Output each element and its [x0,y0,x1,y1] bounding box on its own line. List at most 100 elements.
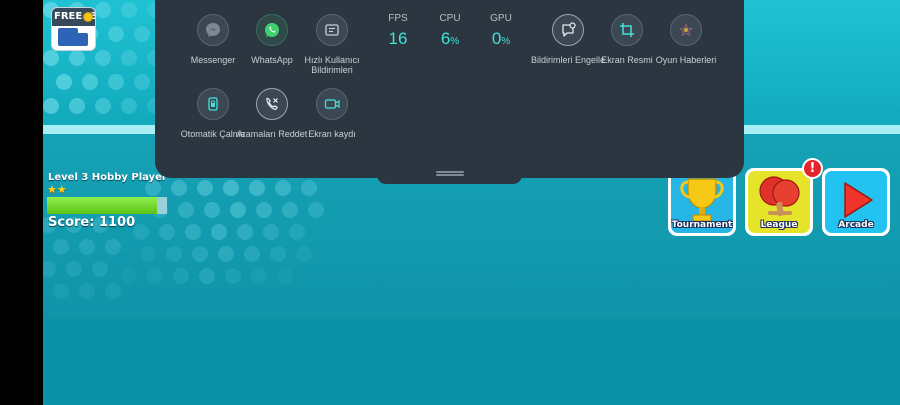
panel-drag-handle[interactable] [436,171,464,173]
game-news-shortcut[interactable]: Oyun Haberleri [641,14,731,65]
background-dot [82,74,98,90]
gpu-value: 0 [491,29,502,48]
arcade-button[interactable]: Arcade [822,168,890,236]
background-dot [211,224,227,240]
background-dot [53,239,69,255]
background-dot [121,2,137,18]
league-label: League [760,220,798,230]
background-dot [277,268,293,284]
background-dot [166,246,182,262]
auto-play-icon [197,88,229,120]
background-dot [95,2,111,18]
background-dot [147,268,163,284]
arcade-tile: Arcade [825,171,887,233]
background-dot [95,50,111,66]
player-level: Level 3 Hobby Player [48,172,167,183]
messenger-icon [197,14,229,46]
quick-reply-shortcut[interactable]: Hızlı Kullanıcı Bildirimleri [287,14,377,75]
background-dot [173,268,189,284]
background-dot [244,246,260,262]
background-dot [108,26,124,42]
background-dot [105,283,121,299]
coin-icon [83,12,93,22]
panel-drag-handle-line [436,174,464,176]
background-dot [296,246,312,262]
background-dot [249,180,265,196]
background-dot [79,283,95,299]
game-news-icon [670,14,702,46]
background-dot [223,180,239,196]
background-dot [108,74,124,90]
background-dot [56,74,72,90]
xp-progress-bar [47,197,167,214]
background-dot [133,224,149,240]
tournament-button[interactable]: Tournament [668,168,736,236]
background-dot [204,202,220,218]
fps-value-row: 16 [373,29,423,49]
cpu-value-row: 6% [425,29,475,49]
background-dot [263,224,279,240]
free-coins-button[interactable]: FREE+3 [51,7,96,51]
background-dot [134,74,150,90]
background-dot [105,239,121,255]
game-toolbar-panel: Messenger WhatsApp Hızlı Kullanıcı Bildi… [155,0,744,184]
panel-notch [377,175,522,184]
background-dot [301,180,317,196]
background-dot [140,246,156,262]
cpu-unit: % [450,36,460,47]
background-dot [95,98,111,114]
background-dot [92,261,108,277]
arcade-label: Arcade [838,220,874,230]
background-dot [275,180,291,196]
background-dot [218,246,234,262]
fps-label: FPS [388,13,408,24]
cpu-label: CPU [439,13,461,24]
background-dot [185,224,201,240]
background-dot [121,268,137,284]
card-icon-secondary [75,33,88,46]
xp-progress-fill [47,197,158,214]
league-tile: League [748,171,810,233]
player-score: Score: 1100 [48,215,136,230]
fps-value: 16 [388,29,408,48]
background-dot [53,283,69,299]
background-dot [43,261,56,277]
background-dot [251,268,267,284]
background-dot [237,224,253,240]
quick-reply-label: Hızlı Kullanıcı Bildirimleri [304,55,360,75]
gpu-stat: GPU 0% [476,13,526,49]
screenshot-crop-icon [611,14,643,46]
background-dot [69,98,85,114]
screen: FREE+3 Level 3 Hobby Player ★★ Score: 11… [0,0,900,405]
background-dot [121,50,137,66]
background-dot [134,26,150,42]
background-dot [43,98,59,114]
background-dot [43,50,59,66]
fps-stat: FPS 16 [373,13,423,49]
background-dot [171,180,187,196]
background-dot [159,224,175,240]
background-dot [199,268,215,284]
league-button[interactable]: League [745,168,813,236]
background-dot [256,202,272,218]
background-dot [192,246,208,262]
screen-record-label: Ekran kaydı [308,129,356,139]
background-dot [282,202,298,218]
background-dot [66,261,82,277]
cpu-value: 6 [440,29,451,48]
tournament-tile: Tournament [671,171,733,233]
block-notifications-icon [552,14,584,46]
screen-record-icon [316,88,348,120]
league-alert-badge: ! [802,158,823,179]
player-stars-icon: ★★ [47,183,67,196]
background-dot [225,268,241,284]
background-dot [69,50,85,66]
reject-calls-icon [256,88,288,120]
screen-record-shortcut[interactable]: Ekran kaydı [287,88,377,139]
quick-reply-icon [316,14,348,46]
background-dot [289,224,305,240]
background-dot [308,202,324,218]
gpu-value-row: 0% [476,29,526,49]
tournament-label: Tournament [671,220,733,230]
background-dot [79,239,95,255]
